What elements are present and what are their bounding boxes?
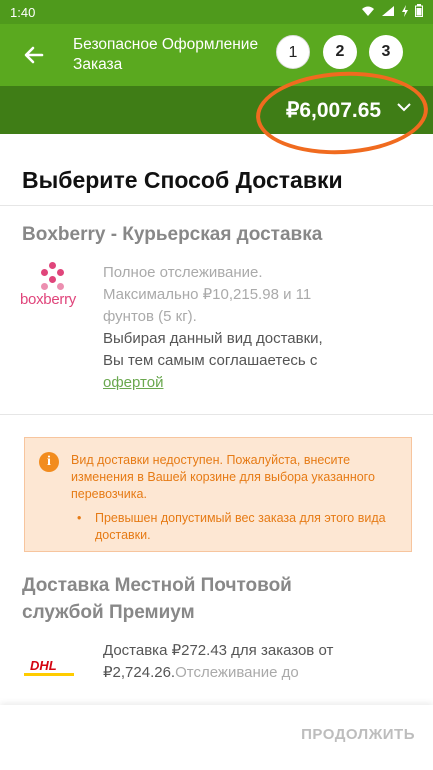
page-title: Безопасное Оформление Заказа — [73, 36, 259, 73]
alert-reason-text: Превышен допустимый вес заказа для этого… — [95, 511, 386, 542]
wifi-icon — [361, 5, 375, 21]
dhl-logo-text: DHL — [30, 658, 57, 673]
continue-button[interactable]: ПРОДОЛЖИТЬ — [301, 726, 415, 743]
info-icon: i — [39, 452, 59, 472]
carrier-title-premium[interactable]: Доставка Местной Почтовой службой Премиу… — [22, 572, 342, 626]
signal-icon — [381, 5, 395, 21]
boxberry-tracking-info: Полное отслеживание. Максимально ₽10,215… — [103, 264, 312, 325]
bottom-bar: ПРОДОЛЖИТЬ — [0, 705, 433, 770]
section-title: Выберите Способ Доставки — [22, 167, 343, 193]
boxberry-logo-text: boxberry — [20, 291, 76, 308]
boxberry-logo: boxberry — [20, 262, 86, 312]
step-indicator-1[interactable]: 1 — [276, 35, 310, 69]
arrow-left-icon — [24, 46, 44, 64]
step-indicator-3: 3 — [369, 35, 403, 69]
charging-icon — [401, 4, 409, 21]
carrier-title-boxberry[interactable]: Boxberry - Курьерская доставка — [22, 221, 322, 248]
bullet-icon: • — [77, 511, 82, 525]
battery-icon — [415, 4, 423, 21]
dhl-logo: DHL — [20, 656, 84, 682]
back-button[interactable] — [22, 40, 52, 70]
alert-message: Вид доставки недоступен. Пожалуйста, вне… — [71, 453, 375, 501]
status-bar: 1:40 — [0, 0, 433, 24]
unavailable-alert: i Вид доставки недоступен. Пожалуйста, в… — [24, 437, 412, 552]
boxberry-description: Полное отслеживание. Максимально ₽10,215… — [103, 262, 328, 394]
status-icons — [361, 4, 423, 21]
step-indicator-2[interactable]: 2 — [323, 35, 357, 69]
status-time: 1:40 — [10, 5, 36, 20]
premium-tracking-info: Отслеживание до — [175, 664, 299, 681]
premium-description: Доставка ₽272.43 для заказов от ₽2,724.2… — [103, 640, 338, 684]
divider — [0, 205, 433, 206]
divider — [0, 414, 433, 415]
boxberry-berry-icon — [38, 262, 68, 292]
offer-link[interactable]: офертой — [103, 374, 163, 391]
boxberry-terms-text: Выбирая данный вид доставки, Вы тем самы… — [103, 330, 323, 369]
